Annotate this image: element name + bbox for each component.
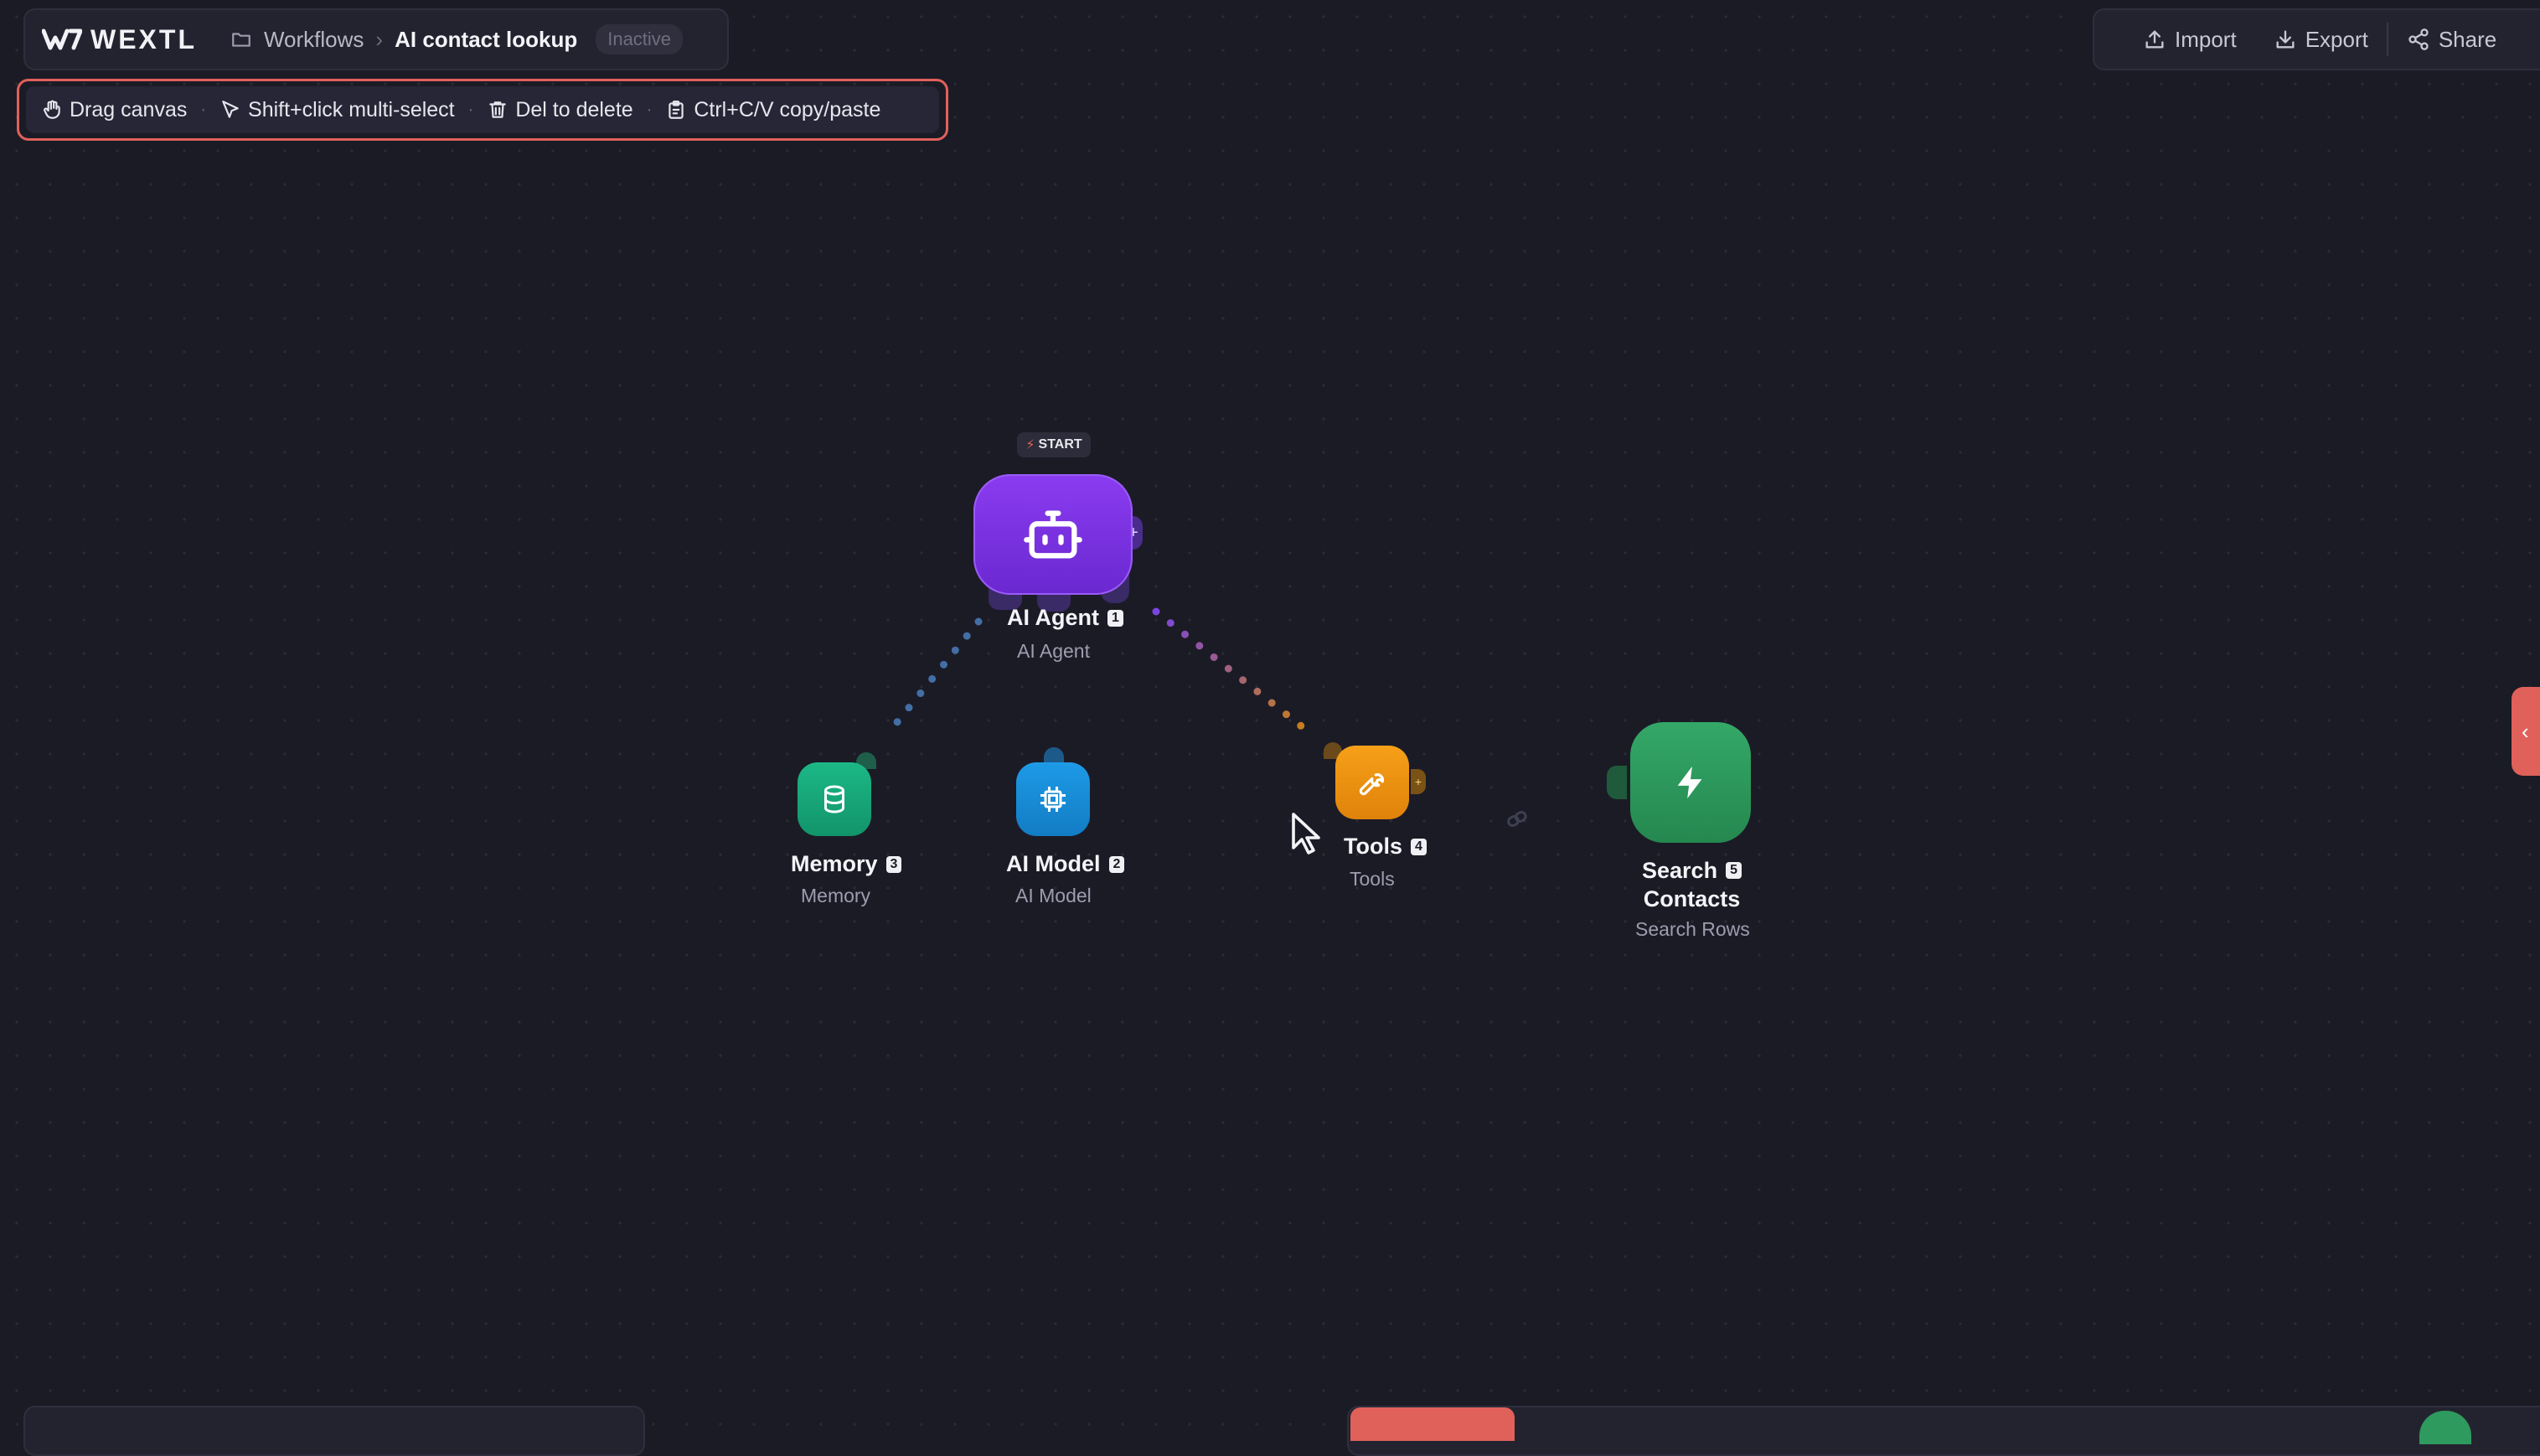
breadcrumb-separator: ›	[375, 26, 384, 52]
start-bolt-icon: ⚡	[1025, 438, 1035, 452]
hint-bar-highlight: Drag canvas · Shift+click multi-select ·…	[17, 79, 948, 141]
search-subtitle: Search Rows	[1635, 918, 1750, 940]
logo-text: WEXTL	[90, 23, 197, 54]
search-handle-in[interactable]	[1607, 766, 1627, 799]
workflow-name[interactable]: AI contact lookup	[395, 27, 577, 53]
hint-copy-paste: Ctrl+C/V copy/paste	[665, 98, 880, 122]
robot-icon	[1024, 510, 1082, 559]
clipboard-icon	[669, 101, 684, 119]
agent-title-text: AI Agent	[1007, 605, 1099, 630]
memory-number-badge: 3	[885, 855, 902, 873]
status-badge: Inactive	[596, 24, 684, 54]
hint-separator: ·	[467, 100, 474, 119]
download-icon	[2276, 30, 2295, 49]
breadcrumb: Workflows › AI contact lookup Inactive	[230, 24, 684, 54]
wrench-icon	[1359, 773, 1385, 796]
node-tools[interactable]	[1335, 746, 1409, 819]
hint-delete: Del to delete	[487, 97, 633, 122]
model-handle[interactable]	[1044, 747, 1064, 764]
hint-copy-paste-label: Ctrl+C/V copy/paste	[694, 97, 881, 121]
breadcrumb-workflows-link[interactable]: Workflows	[264, 27, 364, 53]
hint-delete-label: Del to delete	[515, 97, 633, 121]
memory-title: Memory 3	[791, 851, 902, 877]
agent-box[interactable]	[973, 474, 1133, 595]
wextl-logo-icon	[42, 28, 82, 50]
bottom-right-panel	[1347, 1406, 2540, 1456]
chip-icon	[1040, 787, 1066, 812]
hint-drag-label: Drag canvas	[70, 97, 188, 121]
edge-link-icon	[1507, 811, 1527, 827]
model-subtitle: AI Model	[1015, 885, 1092, 906]
edge-agent-memory	[882, 617, 983, 740]
agent-number-badge: 1	[1107, 609, 1123, 627]
hint-separator: ·	[200, 100, 207, 119]
side-panel-toggle[interactable]: ‹	[2512, 687, 2540, 776]
tools-subtitle: Tools	[1350, 868, 1395, 890]
share-button[interactable]: Share	[2388, 18, 2515, 60]
connection-edges	[882, 607, 1596, 827]
node-ai-model[interactable]	[1016, 762, 1090, 836]
export-button[interactable]: Export	[2255, 18, 2387, 60]
bottom-left-panel	[23, 1406, 645, 1456]
folder-icon	[232, 33, 250, 47]
hint-separator: ·	[646, 100, 653, 119]
hint-multiselect: Shift+click multi-select	[219, 98, 455, 122]
share-icon	[2408, 28, 2429, 50]
pointer-icon	[222, 101, 239, 118]
tools-title-text: Tools	[1344, 834, 1402, 859]
database-icon	[824, 785, 844, 813]
hint-drag: Drag canvas	[41, 98, 187, 122]
start-tag: ⚡ START	[1017, 432, 1091, 457]
search-number-badge: 5	[1726, 862, 1742, 879]
tools-title: Tools 4	[1344, 834, 1427, 860]
search-title-line1: Search	[1642, 858, 1718, 883]
header-bar: WEXTL Workflows › AI contact lookup Inac…	[23, 8, 729, 70]
model-title: AI Model 2	[1006, 851, 1125, 877]
chevron-left-icon: ‹	[2522, 718, 2529, 744]
hand-icon	[44, 100, 60, 119]
node-search-contacts[interactable]	[1630, 722, 1751, 843]
hint-multiselect-label: Shift+click multi-select	[248, 97, 455, 121]
memory-subtitle: Memory	[801, 885, 871, 906]
mouse-cursor-icon	[1292, 813, 1320, 854]
import-button[interactable]: Import	[2124, 18, 2255, 60]
edge-agent-tools	[1152, 607, 1311, 735]
bottom-red-button[interactable]	[1350, 1407, 1515, 1441]
trash-icon	[489, 101, 507, 118]
agent-title: AI Agent 1	[1007, 605, 1123, 631]
lightning-icon	[1677, 766, 1702, 799]
search-title-line2: Contacts	[1643, 886, 1741, 911]
memory-title-text: Memory	[791, 851, 878, 876]
tools-number-badge: 4	[1411, 838, 1427, 855]
action-bar: Import Export Share	[2093, 8, 2540, 70]
upload-icon	[2145, 30, 2164, 49]
model-number-badge: 2	[1108, 855, 1125, 873]
import-label: Import	[2175, 26, 2237, 52]
logo[interactable]: WEXTL	[42, 24, 197, 55]
start-label: START	[1038, 437, 1082, 452]
share-label: Share	[2438, 26, 2497, 52]
tools-handle-out[interactable]: +	[1411, 769, 1426, 794]
hint-bar: Drag canvas · Shift+click multi-select ·…	[26, 86, 939, 133]
export-label: Export	[2305, 26, 2368, 52]
model-title-text: AI Model	[1006, 851, 1101, 876]
agent-subtitle: AI Agent	[1017, 640, 1090, 662]
search-title: Search 5 Contacts	[1642, 856, 1742, 913]
node-memory[interactable]	[798, 762, 871, 836]
